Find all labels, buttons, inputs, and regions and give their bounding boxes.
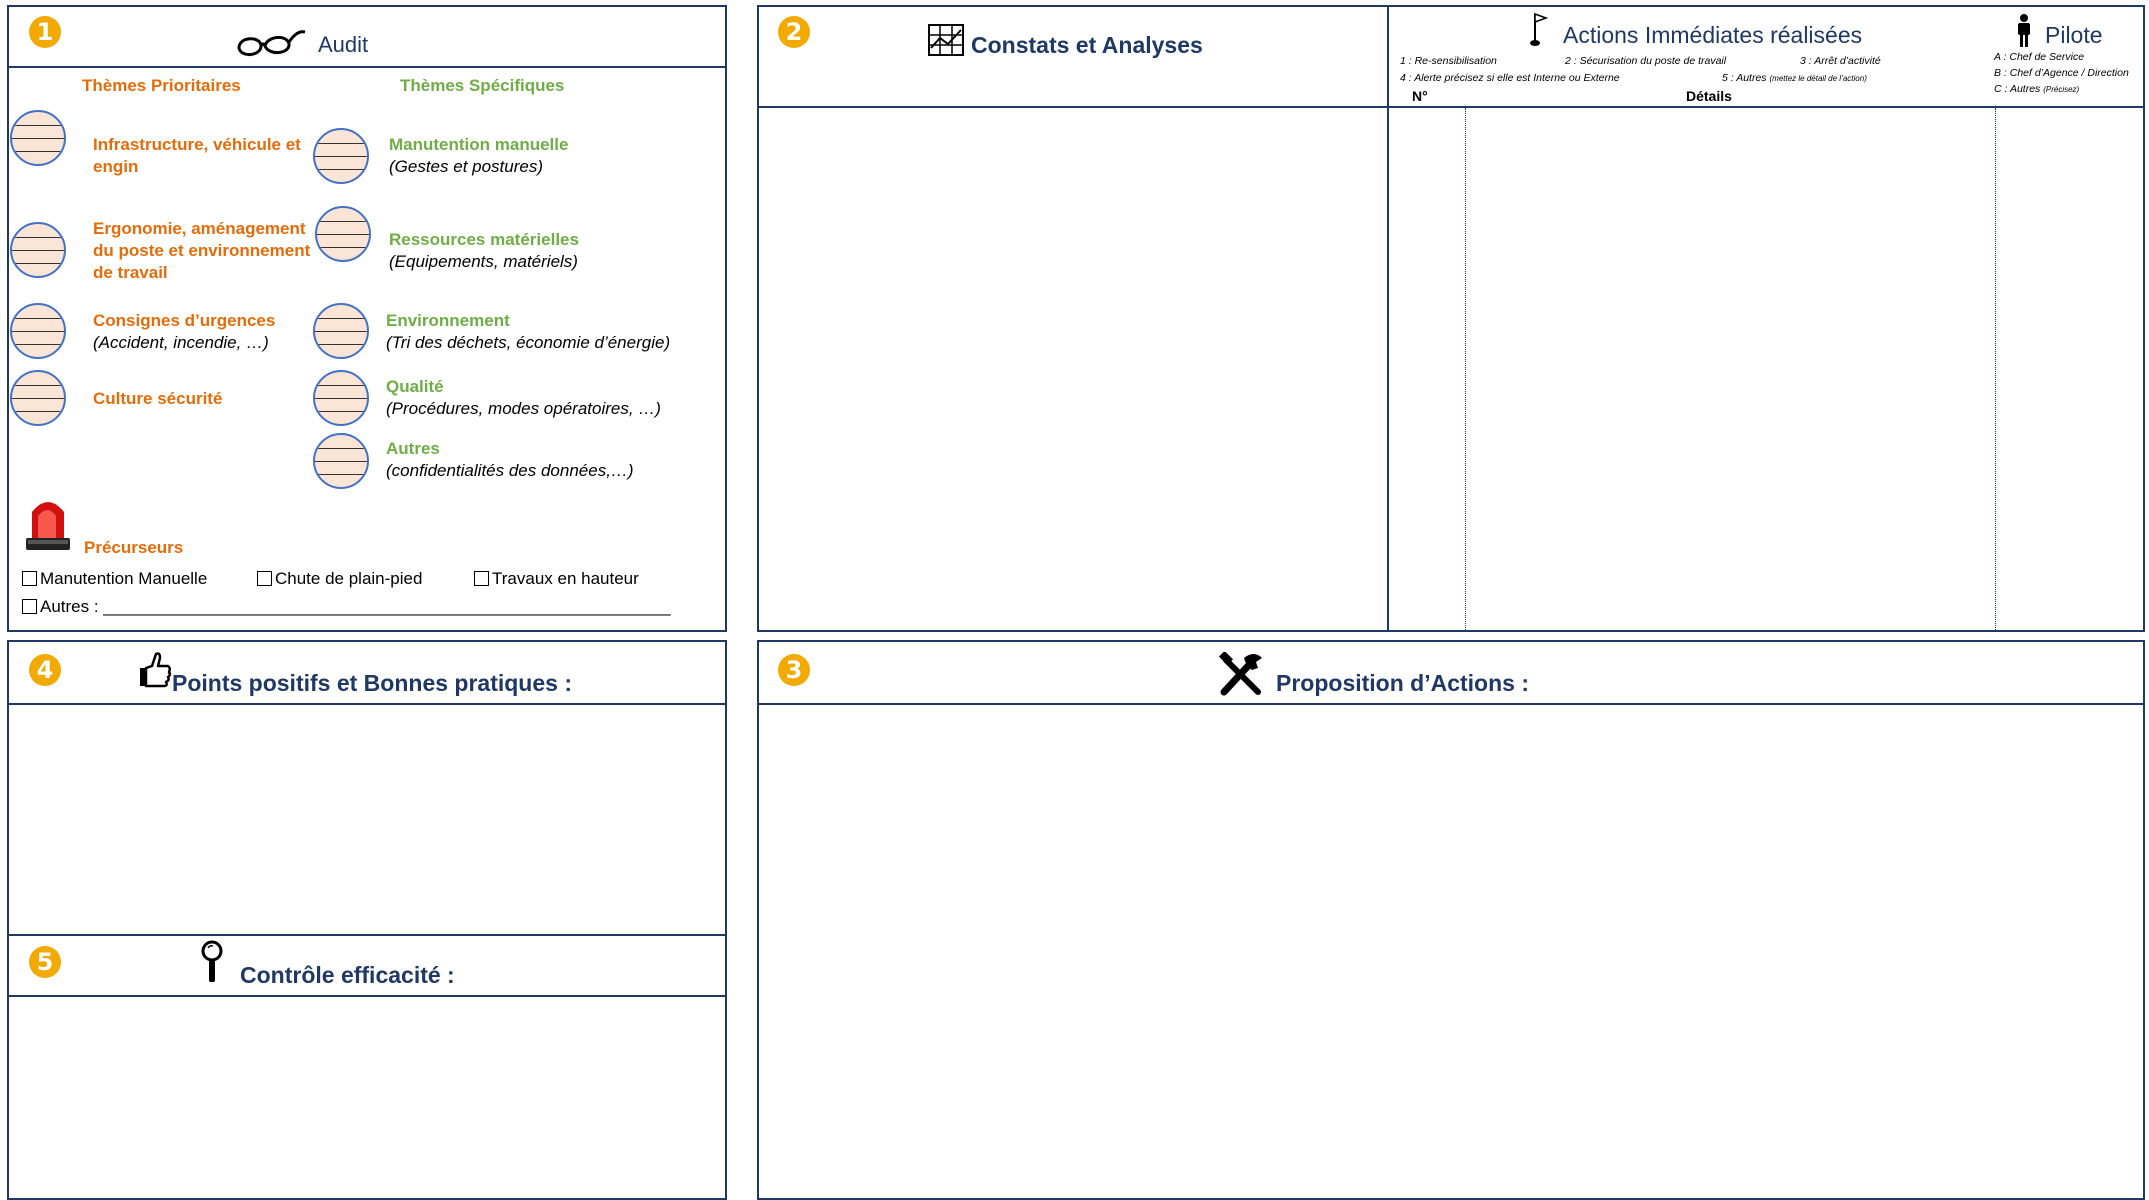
col-no-divider [1465,108,1466,630]
priority-theme-checkbox[interactable] [10,303,66,359]
precursors-title: Précurseurs [84,538,184,557]
specific-theme-4: Qualité (Procédures, modes opératoires, …… [386,377,661,418]
specific-theme-5: Autres (confidentialités des données,…) [386,439,634,480]
specific-theme-checkbox[interactable] [313,370,369,426]
specific-theme-checkbox[interactable] [313,128,369,184]
priority-theme-1: Infrastructure, véhicule et engin [93,135,301,176]
step-1-badge: 1 [29,16,61,48]
priority-theme-checkbox[interactable] [10,110,66,166]
col-no-header: N° [1412,88,1428,104]
action-legend-1: 1 : Re-sensibilisation [1400,55,1497,67]
priority-theme-3: Consignes d’urgences (Accident, incendie,… [93,311,276,352]
positives-title: Points positifs et Bonnes pratiques : [172,670,572,696]
step-5-badge: 5 [29,946,61,978]
checkbox-label: Manutention Manuelle [40,569,208,588]
positives-controle-panel [7,640,727,1200]
priority-theme-4: Culture sécurité [93,389,223,408]
magnifier-icon [201,940,223,982]
checkbox-square[interactable] [257,571,272,586]
constats-title: Constats et Analyses [971,32,1203,58]
col-details-divider [1995,108,1996,630]
col-details-header: Détails [1686,88,1732,104]
specific-theme-checkbox[interactable] [315,206,371,262]
action-legend-4: 4 : Alerte précisez si elle est Interne … [1400,72,1620,84]
audit-header-divider [9,66,725,68]
controle-title: Contrôle efficacité : [240,962,455,988]
tools-icon [1218,652,1262,696]
pilote-legend-a: A : Chef de Service [1994,51,2085,63]
step-3-badge: 3 [778,654,810,686]
precursor-other[interactable]: Autres : _______________________________… [22,597,671,617]
priority-theme-2: Ergonomie, aménagement du poste et envir… [93,219,311,282]
proposition-header-divider [759,703,2143,705]
controle-header-divider [9,995,725,997]
step-2-badge: 2 [778,16,810,48]
positives-header-divider [9,703,725,705]
priority-theme-checkbox[interactable] [10,222,66,278]
other-field: Autres : _______________________________… [40,597,671,616]
siren-icon [26,502,70,550]
constats-actions-divider [1387,7,1389,630]
pilote-legend-b: B : Chef d’Agence / Direction [1994,67,2129,79]
specific-theme-3: Environnement (Tri des déchets, économie … [386,311,671,352]
priority-theme-checkbox[interactable] [10,370,66,426]
actions-title: Actions Immédiates réalisées [1563,22,1863,48]
constats-header-divider [759,106,2143,108]
action-legend-2: 2 : Sécurisation du poste de travail [1565,55,1727,67]
specific-theme-1: Manutention manuelle (Gestes et postures) [389,135,569,176]
chart-grid-icon [928,24,964,56]
checkbox-square[interactable] [22,599,37,614]
proposition-panel [757,640,2145,1200]
checkbox-square[interactable] [22,571,37,586]
precursor-manual-handling[interactable]: Manutention Manuelle [22,569,207,589]
proposition-title: Proposition d’Actions : [1276,670,1529,696]
person-icon [2018,14,2030,47]
checkbox-label: Travaux en hauteur [492,569,639,588]
constats-panel [757,5,2145,632]
glasses-icon [237,30,306,56]
specific-theme-checkbox[interactable] [313,433,369,489]
pilote-legend-c: C : Autres (Précisez) [1994,83,2080,95]
precursor-fall[interactable]: Chute de plain-pied [257,569,422,589]
action-legend-5: 5 : Autres (mettez le détail de l’action… [1722,72,1867,84]
step-4-badge: 4 [29,654,61,686]
flag-pin-icon [1530,12,1549,46]
priority-themes-header: Thèmes Prioritaires [82,76,241,95]
specific-theme-checkbox[interactable] [313,303,369,359]
audit-title: Audit [318,32,369,57]
action-legend-3: 3 : Arrêt d’activité [1800,55,1881,67]
thumbs-up-icon [140,652,172,688]
precursor-height-work[interactable]: Travaux en hauteur [474,569,639,589]
specific-themes-header: Thèmes Spécifiques [400,76,565,95]
checkbox-label: Chute de plain-pied [275,569,423,588]
specific-theme-2: Ressources matérielles (Equipements, maté… [389,230,579,271]
positives-controle-divider [9,934,725,936]
pilote-title: Pilote [2045,22,2103,48]
checkbox-square[interactable] [474,571,489,586]
